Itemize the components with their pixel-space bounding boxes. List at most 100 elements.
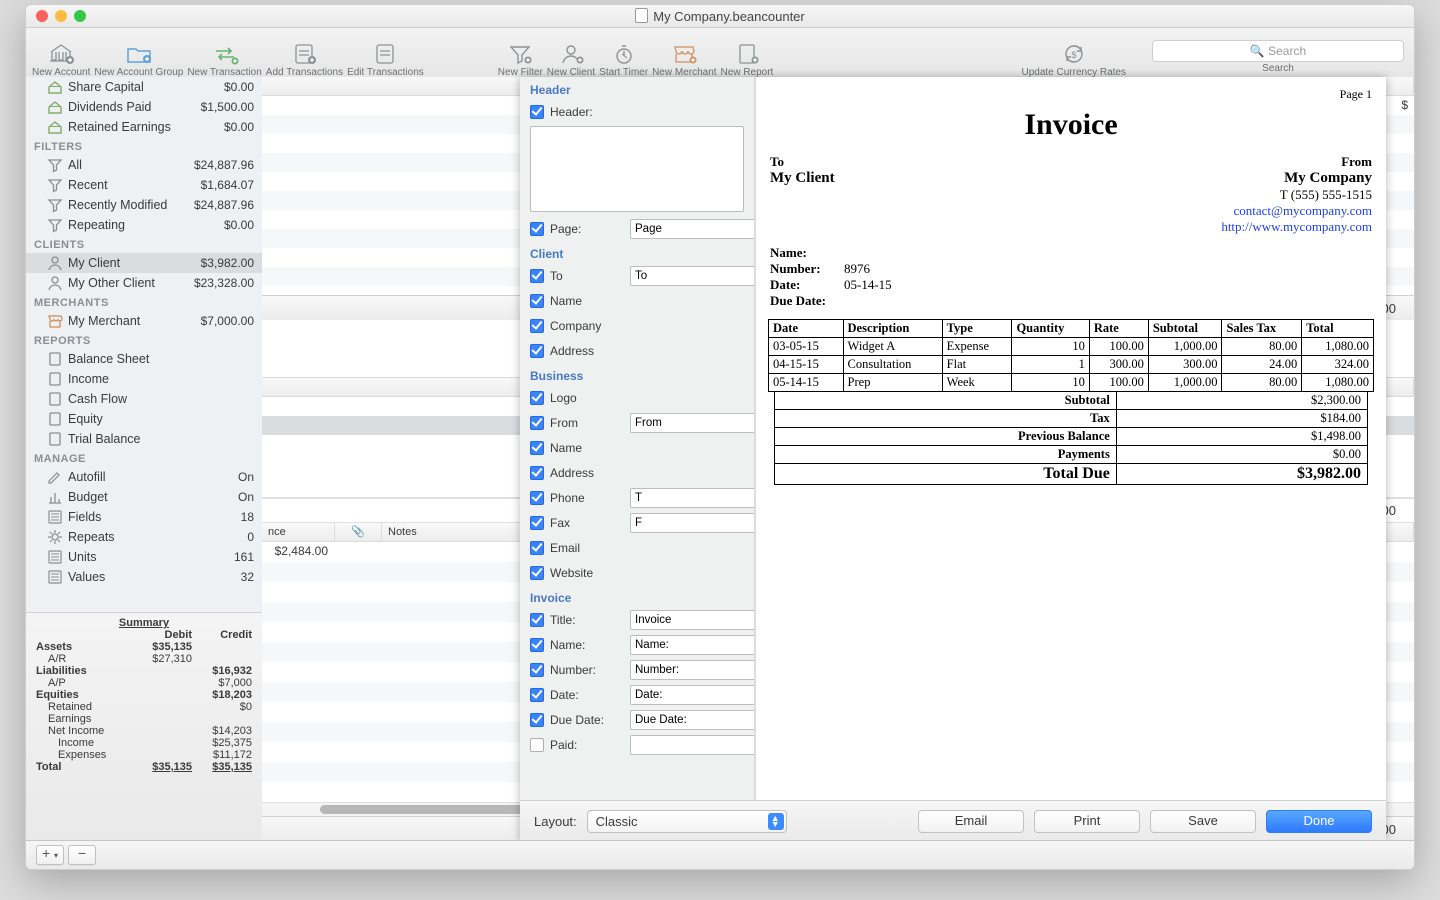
sidebar-item-client[interactable]: My Client$3,982.00 xyxy=(26,253,262,273)
sidebar-item-manage[interactable]: AutofillOn xyxy=(26,467,262,487)
checkbox-icon[interactable] xyxy=(530,613,544,627)
sidebar-item-manage[interactable]: Fields18 xyxy=(26,507,262,527)
sidebar-item-filter[interactable]: Recently Modified$24,887.96 xyxy=(26,195,262,215)
prop-field[interactable] xyxy=(630,513,755,533)
checkbox-icon[interactable] xyxy=(530,491,544,505)
col-nce[interactable]: nce xyxy=(262,523,335,541)
checkbox-icon[interactable] xyxy=(530,344,544,358)
sidebar-item-report[interactable]: Equity xyxy=(26,409,262,429)
sidebar-item-report[interactable]: Income xyxy=(26,369,262,389)
add-transactions-button[interactable]: Add Transactions xyxy=(266,41,343,78)
new-filter-button[interactable]: New Filter xyxy=(498,41,543,78)
prop-field[interactable] xyxy=(630,266,755,286)
prop-page[interactable]: Page: xyxy=(520,216,754,241)
checkbox-icon[interactable] xyxy=(530,222,544,236)
email-button[interactable]: Email xyxy=(918,810,1024,833)
prop-field[interactable] xyxy=(630,635,755,655)
prop-number[interactable]: Number: xyxy=(520,657,754,682)
header-textarea[interactable] xyxy=(530,126,744,212)
sidebar-item-manage[interactable]: BudgetOn xyxy=(26,487,262,507)
search-input[interactable]: 🔍 Search xyxy=(1152,40,1404,62)
checkbox-icon[interactable] xyxy=(530,638,544,652)
add-button[interactable]: + ▾ xyxy=(36,845,64,865)
checkbox-icon[interactable] xyxy=(530,319,544,333)
sidebar-item-client[interactable]: My Other Client$23,328.00 xyxy=(26,273,262,293)
sidebar-item-account[interactable]: Dividends Paid$1,500.00 xyxy=(26,97,262,117)
checkbox-icon[interactable] xyxy=(530,713,544,727)
prop-title[interactable]: Title: xyxy=(520,607,754,632)
checkbox-icon[interactable] xyxy=(530,294,544,308)
prop-name[interactable]: Name xyxy=(520,435,754,460)
prop-logo[interactable]: Logo xyxy=(520,385,754,410)
toolbar-search[interactable]: 🔍 SearchSearch xyxy=(1152,40,1404,74)
sidebar-item-merchant[interactable]: My Merchant$7,000.00 xyxy=(26,311,262,331)
sidebar-item-report[interactable]: Trial Balance xyxy=(26,429,262,449)
checkbox-icon[interactable] xyxy=(530,391,544,405)
checkbox-icon[interactable] xyxy=(530,516,544,530)
prop-field[interactable] xyxy=(630,488,755,508)
remove-button[interactable]: − xyxy=(68,845,96,865)
page-field[interactable] xyxy=(630,219,755,239)
checkbox-icon[interactable] xyxy=(530,738,544,752)
new-transaction-button[interactable]: New Transaction xyxy=(187,41,261,78)
from-website[interactable]: http://www.mycompany.com xyxy=(1221,219,1372,234)
edit-transactions-button[interactable]: Edit Transactions xyxy=(347,41,424,78)
prop-to[interactable]: To xyxy=(520,263,754,288)
prop-header[interactable]: Header: xyxy=(520,99,754,124)
done-button[interactable]: Done xyxy=(1266,810,1372,833)
checkbox-icon[interactable] xyxy=(530,416,544,430)
prop-field[interactable] xyxy=(630,610,755,630)
prop-name[interactable]: Name xyxy=(520,288,754,313)
prop-from[interactable]: From xyxy=(520,410,754,435)
new-account-group-button[interactable]: New Account Group xyxy=(94,41,183,78)
prop-duedate[interactable]: Due Date: xyxy=(520,707,754,732)
sidebar-item-report[interactable]: Balance Sheet xyxy=(26,349,262,369)
new-client-button[interactable]: New Client xyxy=(547,41,595,78)
prop-name[interactable]: Name: xyxy=(520,632,754,657)
checkbox-icon[interactable] xyxy=(530,566,544,580)
save-button[interactable]: Save xyxy=(1150,810,1256,833)
sidebar-item-account[interactable]: Retained Earnings$0.00 xyxy=(26,117,262,137)
checkbox-icon[interactable] xyxy=(530,441,544,455)
checkbox-icon[interactable] xyxy=(530,105,544,119)
invoice-preview[interactable]: Page 1 Invoice To My Client From My Comp… xyxy=(755,77,1386,800)
prop-date[interactable]: Date: xyxy=(520,682,754,707)
prop-email[interactable]: Email xyxy=(520,535,754,560)
prop-website[interactable]: Website xyxy=(520,560,754,585)
house-icon xyxy=(46,78,64,96)
prop-address[interactable]: Address xyxy=(520,460,754,485)
prop-field[interactable] xyxy=(630,735,755,755)
sidebar-item-manage[interactable]: Values32 xyxy=(26,567,262,587)
sidebar-item-account[interactable]: Share Capital$0.00 xyxy=(26,77,262,97)
new-merchant-button[interactable]: New Merchant xyxy=(652,41,716,78)
sidebar-item-report[interactable]: Cash Flow xyxy=(26,389,262,409)
checkbox-icon[interactable] xyxy=(530,269,544,283)
prop-company[interactable]: Company xyxy=(520,313,754,338)
sidebar-item-filter[interactable]: Recent$1,684.07 xyxy=(26,175,262,195)
prop-paid[interactable]: Paid: xyxy=(520,732,754,757)
print-button[interactable]: Print xyxy=(1034,810,1140,833)
properties-panel[interactable]: Header Header: Page: Client ToNameCompan… xyxy=(520,77,755,800)
col-attachment-icon[interactable]: 📎 xyxy=(335,523,382,541)
prop-fax[interactable]: Fax xyxy=(520,510,754,535)
sidebar-item-filter[interactable]: All$24,887.96 xyxy=(26,155,262,175)
prop-field[interactable] xyxy=(630,710,755,730)
update-rates-button[interactable]: $Update Currency Rates xyxy=(1022,41,1127,78)
layout-popup[interactable]: Classic▲▼ xyxy=(587,810,787,833)
prop-field[interactable] xyxy=(630,685,755,705)
start-timer-button[interactable]: Start Timer xyxy=(599,41,648,78)
sidebar-item-filter[interactable]: Repeating$0.00 xyxy=(26,215,262,235)
checkbox-icon[interactable] xyxy=(530,541,544,555)
from-email[interactable]: contact@mycompany.com xyxy=(1233,203,1372,218)
checkbox-icon[interactable] xyxy=(530,663,544,677)
prop-phone[interactable]: Phone xyxy=(520,485,754,510)
prop-field[interactable] xyxy=(630,660,755,680)
sidebar-item-manage[interactable]: Units161 xyxy=(26,547,262,567)
prop-address[interactable]: Address xyxy=(520,338,754,363)
checkbox-icon[interactable] xyxy=(530,466,544,480)
prop-field[interactable] xyxy=(630,413,755,433)
new-report-button[interactable]: New Report xyxy=(721,41,774,78)
checkbox-icon[interactable] xyxy=(530,688,544,702)
sidebar-item-manage[interactable]: Repeats0 xyxy=(26,527,262,547)
new-account-button[interactable]: New Account xyxy=(32,41,90,78)
